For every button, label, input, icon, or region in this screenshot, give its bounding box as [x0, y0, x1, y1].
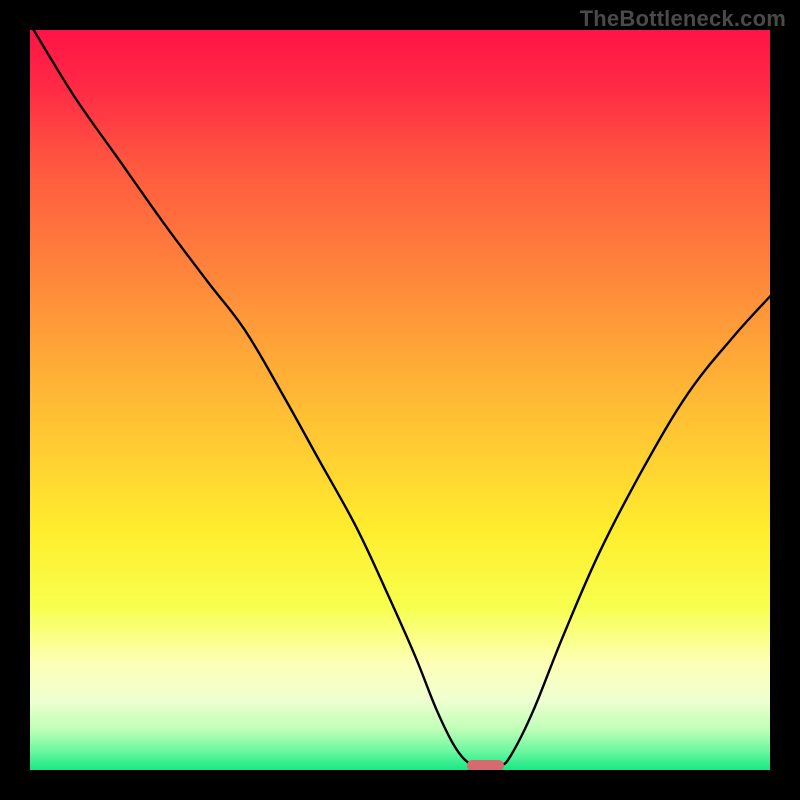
- bottleneck-curve: [30, 30, 770, 770]
- optimum-marker: [467, 760, 504, 770]
- chart-frame: TheBottleneck.com: [0, 0, 800, 800]
- plot-area: [30, 30, 770, 770]
- attribution-text: TheBottleneck.com: [580, 6, 786, 32]
